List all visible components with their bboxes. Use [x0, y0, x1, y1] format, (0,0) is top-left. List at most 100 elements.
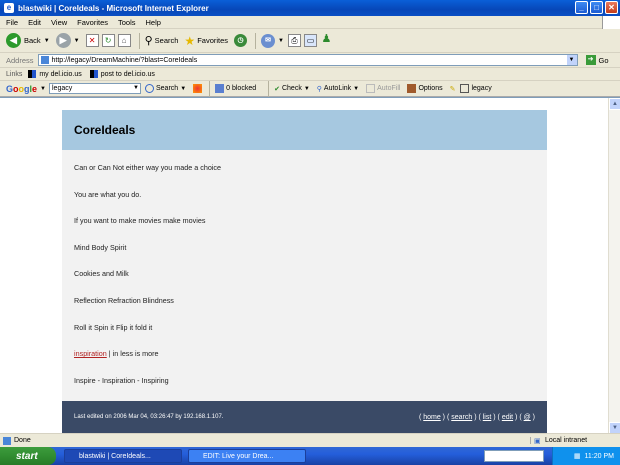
term-icon	[460, 84, 470, 93]
highlighter-icon[interactable]: ✎	[450, 85, 456, 93]
address-input[interactable]: http://legacy/DreamMachine/?blast=CoreId…	[37, 54, 578, 66]
mail-icon[interactable]: ✉	[261, 33, 276, 48]
highlight-term-label: legacy	[471, 85, 492, 92]
minimize-button[interactable]: _	[575, 1, 588, 14]
window-title: blastwiki | CoreIdeals - Microsoft Inter…	[18, 3, 209, 13]
stop-icon[interactable]: ✕	[85, 34, 99, 47]
autolink-button[interactable]: ⚲ AutoLink ▼	[317, 85, 359, 93]
task-label: blastwiki | CoreIdeals...	[79, 452, 151, 460]
intranet-icon: ▣	[534, 438, 541, 445]
menu-file[interactable]: File	[6, 18, 18, 27]
spellcheck-button[interactable]: ✔ Check ▼	[274, 85, 310, 93]
search-label: Search	[154, 36, 179, 45]
link-post-delicious[interactable]: post to del.icio.us	[89, 70, 155, 78]
menu-view[interactable]: View	[51, 18, 67, 27]
clock: 11:20 PM	[584, 452, 614, 460]
options-button[interactable]: Options	[407, 84, 443, 93]
google-query: legacy	[52, 85, 73, 92]
google-logo[interactable]: Google	[6, 84, 37, 94]
inspiration-rest: | in less is more	[106, 349, 159, 359]
go-button[interactable]: ➜ Go	[585, 55, 609, 65]
edit-icon[interactable]: ▭	[303, 34, 317, 47]
task-edit[interactable]: EDIT: Live your Drea...	[188, 449, 306, 463]
chevron-down-icon[interactable]: ▼	[278, 38, 284, 44]
vertical-scrollbar[interactable]: ▲ ▼	[608, 98, 620, 434]
system-tray: ▦ 11:20 PM	[552, 447, 620, 465]
maximize-button[interactable]: □	[590, 1, 603, 14]
link-my-delicious[interactable]: my del.icio.us	[28, 70, 82, 78]
address-url: http://legacy/DreamMachine/?blast=CoreId…	[51, 56, 198, 64]
refresh-icon[interactable]: ↻	[101, 34, 115, 47]
tray-input[interactable]	[484, 450, 544, 462]
chevron-down-icon[interactable]: ▼	[40, 86, 46, 92]
menu-help[interactable]: Help	[146, 18, 161, 27]
favorites-button[interactable]: ★ Favorites	[184, 34, 228, 48]
autofill-button[interactable]: AutoFill	[366, 84, 400, 93]
autolink-label: AutoLink	[323, 85, 352, 92]
list-item-inspiration: inspiration | in less is more	[74, 349, 547, 376]
go-label: Go	[598, 55, 609, 65]
inspiration-link[interactable]: inspiration	[74, 349, 107, 358]
menu-bar: File Edit View Favorites Tools Help	[0, 16, 620, 29]
network-icon[interactable]: ▦	[574, 452, 581, 460]
list-item: If you want to make movies make movies	[74, 216, 206, 226]
home-link[interactable]: home	[423, 414, 441, 421]
google-search-input[interactable]: legacy ▼	[49, 83, 141, 94]
highlight-term-button[interactable]: legacy	[460, 84, 492, 93]
home-icon[interactable]: ⌂	[117, 34, 131, 47]
google-g-icon	[145, 84, 154, 93]
task-blastwiki[interactable]: blastwiki | CoreIdeals...	[64, 449, 182, 463]
messenger-icon[interactable]: ♟	[320, 34, 333, 47]
menu-edit[interactable]: Edit	[28, 18, 41, 27]
back-label: Back	[24, 36, 41, 45]
list-item: You are what you do.	[74, 189, 142, 199]
forward-arrow-icon: ▶	[55, 33, 71, 48]
window-controls: _ □ ✕	[575, 1, 618, 14]
menu-favorites[interactable]: Favorites	[77, 18, 108, 27]
search-button[interactable]: ⚲ Search	[145, 34, 179, 47]
list-item: Reflection Refraction Blindness	[74, 295, 174, 305]
menu-tools[interactable]: Tools	[118, 18, 136, 27]
delicious-icon	[89, 70, 98, 78]
chevron-down-icon[interactable]: ▼	[180, 86, 186, 92]
forward-button[interactable]: ▶ ▼	[55, 33, 80, 48]
toolbar-separator	[209, 80, 211, 97]
card-footer: Last edited on 2006 Mar 04, 03:26:47 by …	[62, 401, 547, 433]
options-icon	[407, 84, 417, 93]
google-toolbar: Google ▼ legacy ▼ Search ▼ 0 blocked ✔ C…	[0, 80, 620, 97]
google-search-button[interactable]: Search ▼	[145, 84, 186, 93]
search-link[interactable]: search	[451, 414, 472, 421]
favorites-label: Favorites	[197, 36, 229, 45]
help-link[interactable]: @	[524, 414, 531, 421]
delicious-icon	[28, 70, 37, 78]
chevron-down-icon[interactable]: ▼	[353, 86, 359, 92]
card-header: CoreIdeals	[62, 110, 547, 150]
pagerank-icon[interactable]	[193, 84, 203, 93]
start-button[interactable]: start	[0, 447, 56, 465]
chevron-down-icon[interactable]: ▼	[74, 38, 80, 44]
blocked-count: 0 blocked	[226, 85, 257, 92]
google-search-label: Search	[156, 85, 179, 92]
chevron-down-icon[interactable]: ▼	[304, 86, 310, 92]
back-button[interactable]: ◀ Back ▼	[6, 33, 50, 48]
autofill-icon	[366, 84, 376, 93]
edit-link[interactable]: edit	[502, 414, 513, 421]
close-button[interactable]: ✕	[605, 1, 618, 14]
chevron-down-icon[interactable]: ▼	[566, 55, 577, 65]
search-icon: ⚲	[144, 35, 153, 47]
ideas-list: Can or Can Not either way you made a cho…	[62, 150, 547, 402]
list-link[interactable]: list	[483, 414, 492, 421]
history-icon[interactable]: ◷	[234, 34, 248, 47]
print-icon[interactable]: ⎙	[287, 34, 301, 47]
autofill-label: AutoFill	[377, 85, 401, 92]
content-card: CoreIdeals Can or Can Not either way you…	[62, 110, 547, 433]
scroll-up-icon[interactable]: ▲	[609, 98, 620, 110]
footer-links: ( home ) ( search ) ( list ) ( edit ) ( …	[418, 413, 535, 421]
chevron-down-icon[interactable]: ▼	[133, 84, 139, 93]
options-label: Options	[418, 85, 443, 92]
address-label: Address	[6, 55, 34, 65]
popup-blocker-button[interactable]: 0 blocked	[215, 84, 256, 93]
page-title: CoreIdeals	[74, 123, 136, 137]
check-label: Check	[281, 85, 302, 92]
chevron-down-icon[interactable]: ▼	[44, 38, 50, 44]
